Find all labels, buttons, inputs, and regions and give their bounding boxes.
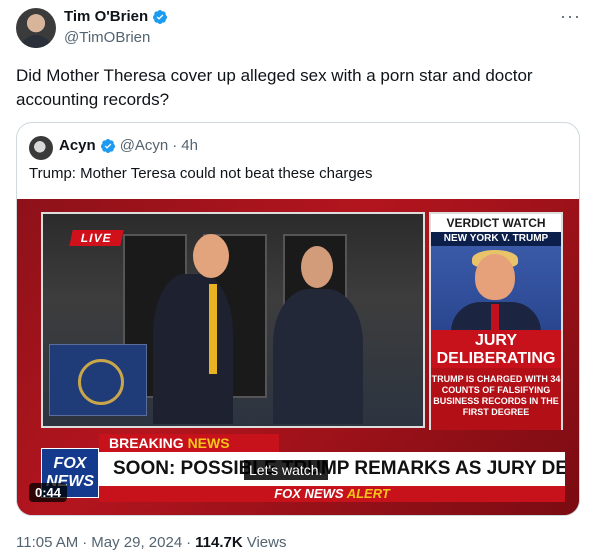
video-player[interactable]: LIVE VERDICT WATCH NEW YORK V. TRUMP JUR… — [17, 199, 579, 515]
jury-line-1: JURY — [474, 332, 518, 349]
tweet-time[interactable]: 11:05 AM — [16, 534, 78, 551]
person-figure — [273, 289, 363, 424]
quoted-tweet-card[interactable]: Acyn @Acyn · 4h Trump: Mother Teresa cou… — [16, 122, 580, 516]
separator-dot: · — [186, 534, 192, 551]
breaking-label: BREAKING — [109, 435, 184, 451]
panel-title: VERDICT WATCH — [431, 214, 561, 232]
breaking-news-tab: BREAKING NEWS — [99, 434, 279, 452]
video-duration: 0:44 — [29, 483, 68, 502]
quoted-author-name[interactable]: Acyn — [59, 137, 96, 154]
separator-dot: · — [82, 534, 88, 551]
verified-badge-icon — [100, 138, 115, 153]
person-head — [193, 234, 229, 278]
live-feed-frame: LIVE — [41, 212, 425, 428]
panel-portrait — [431, 246, 561, 332]
quoted-tweet-age[interactable]: 4h — [181, 137, 198, 154]
quoted-author-row: Acyn @Acyn · 4h — [59, 137, 198, 154]
person-head — [301, 246, 333, 288]
news-label: NEWS — [187, 435, 230, 451]
author-name[interactable]: Tim O'Brien — [64, 8, 148, 25]
quoted-tweet-text: Trump: Mother Teresa could not beat thes… — [29, 165, 373, 182]
panel-subtitle: NEW YORK V. TRUMP — [431, 232, 561, 246]
author-name-row: Tim O'Brien — [64, 8, 168, 25]
tweet-metadata: 11:05 AM · May 29, 2024 · 114.7K Views — [16, 534, 286, 551]
live-badge: LIVE — [69, 230, 124, 246]
verdict-watch-panel: VERDICT WATCH NEW YORK V. TRUMP JURY DEL… — [429, 212, 563, 430]
new-york-seal-banner — [49, 344, 147, 416]
alert-prefix: FOX NEWS — [274, 486, 344, 501]
video-caption: Let's watch. — [244, 460, 328, 480]
portrait-tie — [491, 304, 499, 332]
jury-description: TRUMP IS CHARGED WITH 34 COUNTS OF FALSI… — [431, 368, 561, 430]
separator-dot: · — [172, 137, 178, 154]
jury-status: JURY DELIBERATING — [431, 330, 561, 368]
quoted-author-avatar[interactable] — [29, 136, 53, 160]
quoted-author-handle[interactable]: @Acyn — [120, 137, 169, 154]
avatar-figure — [20, 35, 52, 48]
views-count[interactable]: 114.7K — [195, 534, 243, 551]
fox-news-alert-bar: FOX NEWS ALERT — [99, 486, 565, 502]
news-ticker: SOON: POSSIBLE TRUMP REMARKS AS JURY DEL… — [99, 452, 565, 486]
person-figure — [153, 274, 233, 424]
jury-line-2: DELIBERATING — [436, 350, 556, 367]
tweet-date[interactable]: May 29, 2024 — [91, 534, 182, 551]
views-label: Views — [246, 534, 287, 551]
author-handle[interactable]: @TimOBrien — [64, 29, 150, 46]
portrait-head — [475, 254, 515, 300]
fox-logo-line-1: FOX — [53, 455, 87, 472]
tweet-text: Did Mother Theresa cover up alleged sex … — [16, 66, 533, 109]
yellow-tie — [209, 284, 217, 374]
verified-badge-icon — [153, 9, 168, 24]
more-options-icon[interactable]: ··· — [560, 6, 581, 27]
author-avatar[interactable] — [16, 8, 56, 48]
alert-suffix: ALERT — [346, 486, 390, 501]
